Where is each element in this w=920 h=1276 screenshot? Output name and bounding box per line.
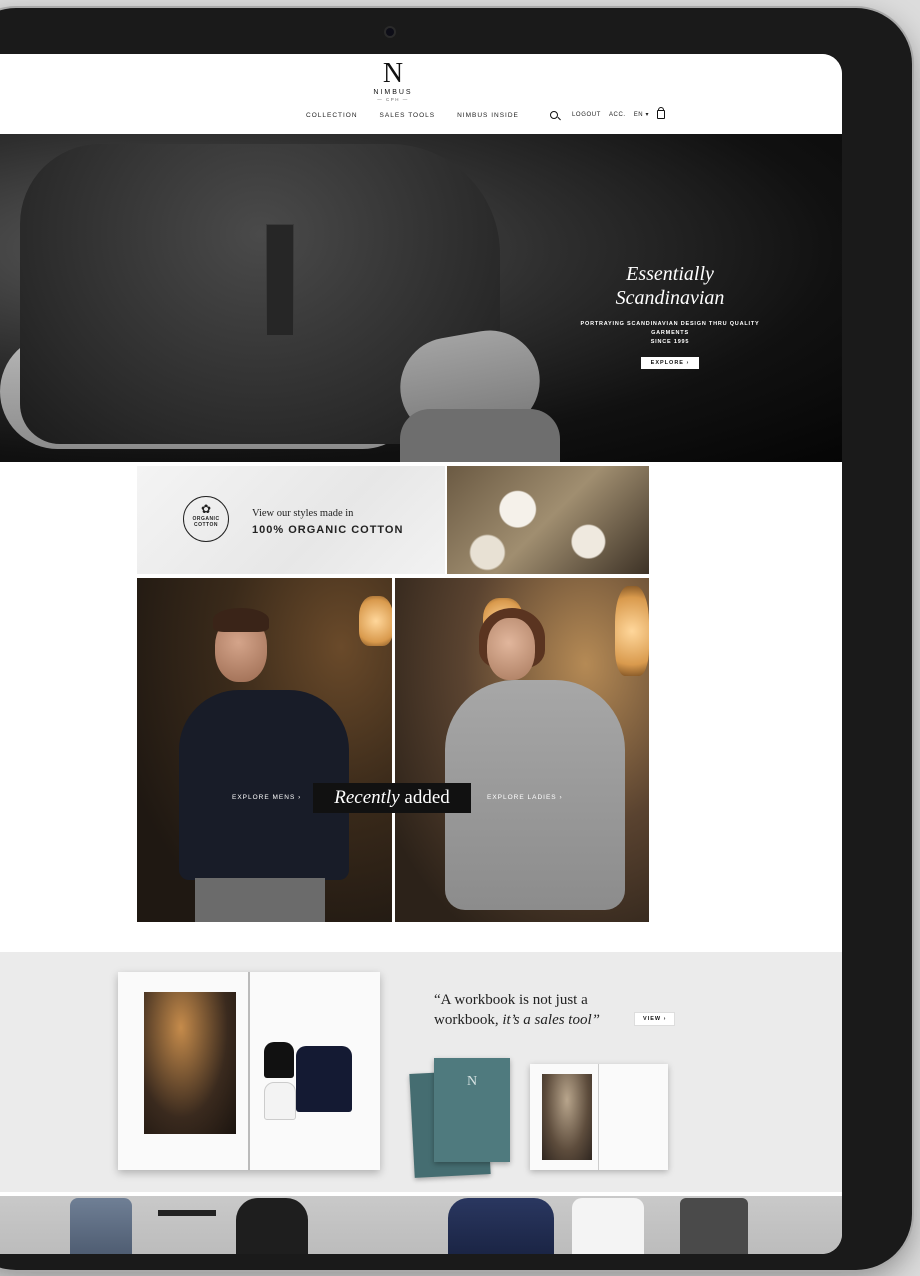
logo-sub: — CPH — xyxy=(377,97,409,102)
badge-line2: COTTON xyxy=(193,522,219,528)
account-link[interactable]: ACC. xyxy=(609,112,626,118)
ladies-panel[interactable]: EXPLORE LADIES › xyxy=(395,578,649,922)
quote-plain: workbook, xyxy=(434,1012,503,1028)
search-icon[interactable] xyxy=(550,110,558,119)
product-denim-shirt[interactable] xyxy=(70,1198,132,1254)
explore-mens-link[interactable]: EXPLORE MENS › xyxy=(232,794,301,801)
model-man-trousers xyxy=(195,878,325,922)
hero-image-placket xyxy=(266,224,294,336)
lamp-image xyxy=(615,586,649,676)
product-sunglasses[interactable] xyxy=(158,1210,216,1230)
main-nav: COLLECTION SALES TOOLS NIMBUS INSIDE xyxy=(306,112,519,119)
utility-nav: LOGOUT ACC. EN ▾ xyxy=(550,107,666,119)
hero-copy: Essentially Scandinavian PORTRAYING SCAN… xyxy=(572,262,768,369)
product-quilted-jacket[interactable] xyxy=(448,1198,554,1254)
product-strip xyxy=(0,1196,842,1254)
gender-panels: EXPLORE MENS › EXPLORE LADIES › Recently… xyxy=(137,578,649,922)
organic-banner-text-area: ✿ ORGANIC COTTON View our styles made in… xyxy=(137,466,445,574)
hero-banner: Essentially Scandinavian PORTRAYING SCAN… xyxy=(0,134,842,462)
cotton-plant-image xyxy=(447,466,649,574)
hero-subtitle-line1: PORTRAYING SCANDINAVIAN DESIGN THRU QUAL… xyxy=(580,321,760,336)
model-woman-head xyxy=(487,618,535,680)
logo-name: NIMBUS xyxy=(373,89,413,96)
hero-subtitle-line2: SINCE 1995 xyxy=(650,339,690,345)
hero-image-towel xyxy=(400,409,560,462)
language-select[interactable]: EN ▾ xyxy=(634,111,649,118)
model-man-hair xyxy=(213,608,269,632)
quote-line2: workbook, it’s a sales tool” xyxy=(434,1010,634,1030)
product-polo-navy xyxy=(296,1046,352,1112)
workbook-spine xyxy=(248,972,250,1170)
workbook-cover-front: N xyxy=(434,1058,510,1162)
workbook-mini-photo xyxy=(542,1074,592,1160)
workbook-open-image xyxy=(118,972,380,1170)
view-button[interactable]: VIEW › xyxy=(634,1012,676,1026)
quote-italic: it’s a sales tool” xyxy=(502,1012,600,1028)
nav-sales-tools[interactable]: SALES TOOLS xyxy=(380,112,436,119)
product-polo-black xyxy=(264,1042,294,1078)
mens-panel[interactable]: EXPLORE MENS › xyxy=(137,578,392,922)
product-black-jacket[interactable] xyxy=(236,1198,308,1254)
workbook-mini-open xyxy=(530,1064,668,1170)
recent-rest: added xyxy=(399,787,450,808)
organic-cotton-badge: ✿ ORGANIC COTTON xyxy=(183,496,229,542)
workbook-photo xyxy=(144,992,236,1134)
organic-cotton-banner[interactable]: ✿ ORGANIC COTTON View our styles made in… xyxy=(137,466,649,574)
workbook-cover-logo: N xyxy=(466,1074,478,1089)
quote-line1: “A workbook is not just a xyxy=(434,992,588,1008)
tablet-frame: N NIMBUS — CPH — COLLECTION SALES TOOLS … xyxy=(0,8,912,1270)
recently-added-label[interactable]: Recently added xyxy=(313,783,471,813)
site-header: N NIMBUS — CPH — COLLECTION SALES TOOLS … xyxy=(0,54,842,134)
workbook-mini-spine xyxy=(598,1064,599,1170)
nav-nimbus-inside[interactable]: NIMBUS INSIDE xyxy=(457,112,519,119)
logout-link[interactable]: LOGOUT xyxy=(572,112,601,118)
product-grey-vest[interactable] xyxy=(680,1198,748,1254)
cotton-flower-icon: ✿ xyxy=(200,502,212,516)
screen: N NIMBUS — CPH — COLLECTION SALES TOOLS … xyxy=(0,54,842,1254)
organic-line1: View our styles made in xyxy=(252,508,354,519)
camera-icon xyxy=(386,28,394,36)
nav-collection[interactable]: COLLECTION xyxy=(306,112,358,119)
workbook-quote: “A workbook is not just a workbook, it’s… xyxy=(434,990,634,1030)
logo-mark: N xyxy=(382,58,404,89)
explore-ladies-link[interactable]: EXPLORE LADIES › xyxy=(487,794,563,801)
recent-italic: Recently xyxy=(334,787,400,808)
explore-button[interactable]: EXPLORE › xyxy=(640,357,700,369)
brand-logo[interactable]: N NIMBUS — CPH — xyxy=(365,58,421,103)
workbook-section: “A workbook is not just a workbook, it’s… xyxy=(0,952,842,1192)
hero-subtitle: PORTRAYING SCANDINAVIAN DESIGN THRU QUAL… xyxy=(572,320,768,347)
product-polo-white xyxy=(264,1082,296,1120)
shopping-bag-icon[interactable] xyxy=(657,107,666,119)
hero-title: Essentially Scandinavian xyxy=(615,263,725,309)
product-white-polo[interactable] xyxy=(572,1198,644,1254)
organic-line2: 100% ORGANIC COTTON xyxy=(252,524,404,536)
lamp-image xyxy=(359,596,392,646)
